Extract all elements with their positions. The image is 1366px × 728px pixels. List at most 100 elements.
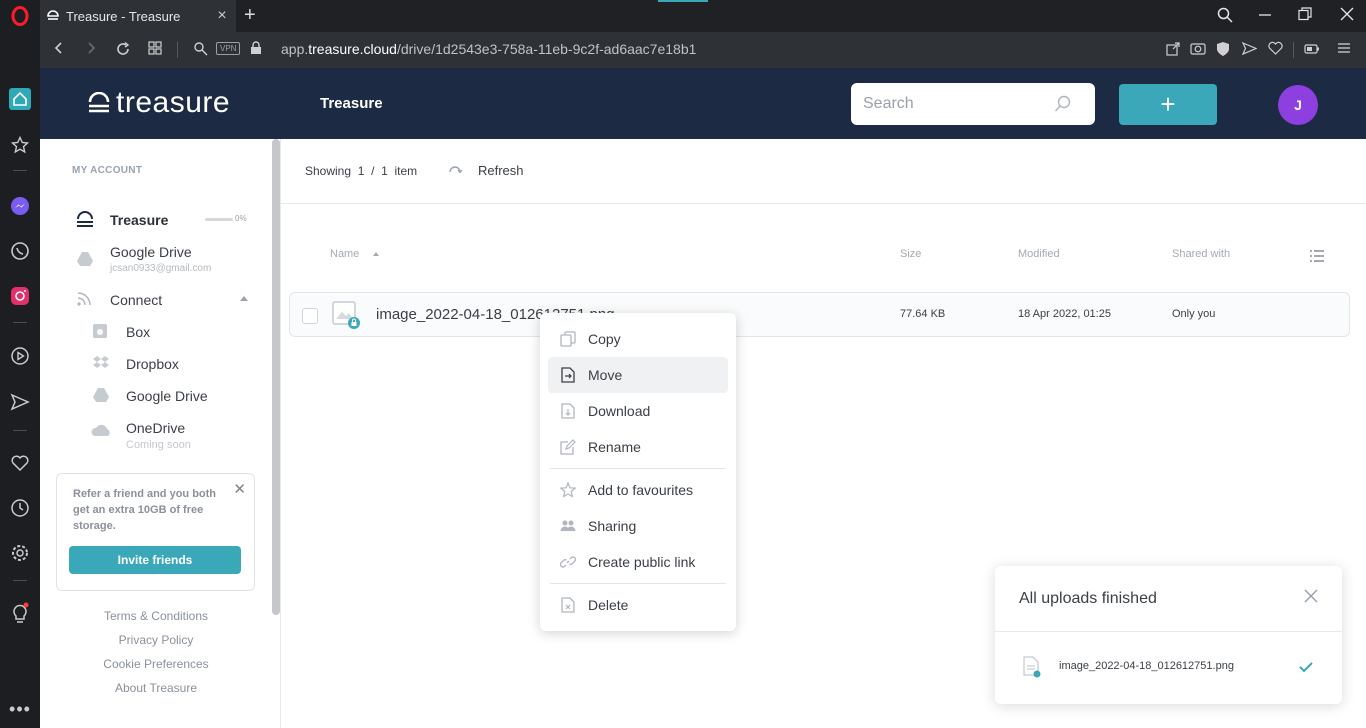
key-search-icon[interactable] xyxy=(192,41,210,59)
footer-link-privacy[interactable]: Privacy Policy xyxy=(40,633,272,647)
menu-item-add-to-favourites[interactable]: Add to favourites xyxy=(548,472,728,508)
url-text[interactable]: app.treasure.cloud/drive/1d2543e3-758a-1… xyxy=(281,41,696,57)
camera-icon[interactable] xyxy=(1189,41,1207,59)
browser-tab[interactable]: Treasure - Treasure × xyxy=(40,0,236,32)
sidebar-item-google-drive-connect[interactable]: Google Drive xyxy=(126,388,208,404)
column-header-modified[interactable]: Modified xyxy=(1018,248,1060,260)
column-header-size[interactable]: Size xyxy=(900,248,921,260)
menu-item-label: Rename xyxy=(588,439,641,455)
more-options-icon[interactable]: ••• xyxy=(9,698,31,720)
referral-text: Refer a friend and you both get an extra… xyxy=(73,488,217,532)
footer-link-about[interactable]: About Treasure xyxy=(40,681,272,695)
lightbulb-icon[interactable] xyxy=(9,602,31,624)
rail-divider xyxy=(13,170,27,171)
move-icon xyxy=(560,367,576,383)
home-icon[interactable] xyxy=(9,88,31,110)
sidebar-item-onedrive[interactable]: OneDrive xyxy=(126,420,185,436)
search-icon[interactable] xyxy=(1054,95,1074,115)
menu-item-move[interactable]: Move xyxy=(548,357,728,393)
search-tabs-icon[interactable] xyxy=(1216,7,1234,25)
avatar[interactable]: J xyxy=(1278,85,1318,125)
easy-setup-icon[interactable] xyxy=(1335,41,1353,59)
star-icon[interactable] xyxy=(9,134,31,156)
chevron-up-icon[interactable] xyxy=(240,296,248,301)
browser-tab-bar: Treasure - Treasure × + xyxy=(40,0,1366,32)
lock-icon[interactable] xyxy=(247,41,265,59)
google-drive-icon xyxy=(92,387,110,405)
tabs-grid-icon[interactable] xyxy=(146,41,164,59)
reload-icon[interactable] xyxy=(114,41,132,59)
close-icon[interactable]: ✕ xyxy=(233,480,246,498)
menu-item-sharing[interactable]: Sharing xyxy=(548,508,728,544)
player-icon[interactable] xyxy=(9,345,31,367)
column-header-name[interactable]: Name xyxy=(330,248,359,260)
sidebar-item-google-drive[interactable]: Google Drive xyxy=(110,244,192,260)
footer-link-terms[interactable]: Terms & Conditions xyxy=(40,609,272,623)
upload-status-title: All uploads finished xyxy=(1019,590,1157,607)
address-divider xyxy=(1293,42,1294,58)
bookmark-heart-icon[interactable] xyxy=(1266,41,1284,59)
whatsapp-icon[interactable] xyxy=(9,240,31,262)
opera-logo-icon[interactable] xyxy=(9,5,31,27)
sidebar-scrollbar[interactable] xyxy=(272,139,280,615)
refresh-button[interactable]: Refresh xyxy=(478,163,524,178)
item-count: Showing 1 / 1 item xyxy=(305,164,418,178)
close-window-icon[interactable] xyxy=(1338,7,1356,25)
instagram-icon[interactable] xyxy=(9,285,31,307)
row-checkbox[interactable] xyxy=(302,308,318,324)
forward-icon[interactable] xyxy=(82,41,100,59)
send-icon[interactable] xyxy=(9,391,31,413)
history-icon[interactable] xyxy=(9,497,31,519)
menu-item-copy[interactable]: Copy xyxy=(548,321,728,357)
sidebar-item-dropbox[interactable]: Dropbox xyxy=(126,356,179,372)
dropbox-icon xyxy=(92,355,110,373)
battery-saver-icon[interactable] xyxy=(1303,41,1321,59)
app-header: treasure Treasure + J xyxy=(40,68,1366,139)
treasure-logo[interactable]: treasure xyxy=(88,86,231,119)
share-icon[interactable] xyxy=(1164,41,1182,59)
sidebar-item-treasure[interactable]: Treasure xyxy=(110,212,168,228)
new-tab-button[interactable]: + xyxy=(244,5,256,25)
column-header-shared[interactable]: Shared with xyxy=(1172,248,1230,260)
copy-icon xyxy=(560,331,576,347)
send-page-icon[interactable] xyxy=(1240,41,1258,59)
close-tab-icon[interactable]: × xyxy=(214,8,230,24)
treasure-logo-icon xyxy=(88,92,110,113)
restore-icon[interactable] xyxy=(1296,7,1314,25)
upload-status-panel: All uploads finished image_2022-04-18_01… xyxy=(995,566,1342,704)
link-icon xyxy=(559,554,577,570)
sidebar: MY ACCOUNT Treasure 0% Google Drive jcsa… xyxy=(40,139,281,728)
menu-item-download[interactable]: Download xyxy=(548,393,728,429)
sidebar-item-box[interactable]: Box xyxy=(126,324,150,340)
storage-quota-percent: 0% xyxy=(235,214,247,223)
messenger-icon[interactable] xyxy=(9,195,31,217)
rename-icon xyxy=(560,439,576,455)
invite-friends-button[interactable]: Invite friends xyxy=(69,546,241,574)
menu-item-label: Download xyxy=(588,403,651,419)
address-bar: VPN app.treasure.cloud/drive/1d2543e3-75… xyxy=(40,32,1366,68)
referral-card: Refer a friend and you both get an extra… xyxy=(56,473,255,591)
sort-ascending-icon[interactable] xyxy=(373,252,379,256)
add-button[interactable]: + xyxy=(1119,84,1217,125)
menu-item-delete[interactable]: Delete xyxy=(548,587,728,623)
back-icon[interactable] xyxy=(50,41,68,59)
menu-item-label: Delete xyxy=(588,597,629,613)
menu-item-create-public-link[interactable]: Create public link xyxy=(548,544,728,580)
refresh-icon[interactable] xyxy=(447,163,463,179)
minimize-icon[interactable] xyxy=(1256,7,1274,25)
tab-indicator xyxy=(658,0,708,2)
footer-link-cookies[interactable]: Cookie Preferences xyxy=(40,657,272,671)
shield-icon[interactable] xyxy=(1214,41,1232,59)
vpn-badge[interactable]: VPN xyxy=(216,42,241,55)
menu-item-rename[interactable]: Rename xyxy=(548,429,728,465)
google-drive-icon xyxy=(76,251,94,269)
close-icon[interactable] xyxy=(1303,588,1321,606)
address-divider xyxy=(177,42,178,58)
settings-gear-icon[interactable] xyxy=(9,542,31,564)
logo-text: treasure xyxy=(116,86,231,119)
list-view-icon[interactable] xyxy=(1310,249,1324,262)
table-row[interactable]: image_2022-04-18_012612751.png 77.64 KB … xyxy=(289,292,1350,337)
file-icon xyxy=(1023,656,1041,678)
heart-icon[interactable] xyxy=(9,452,31,474)
sidebar-item-connect[interactable]: Connect xyxy=(110,292,162,308)
